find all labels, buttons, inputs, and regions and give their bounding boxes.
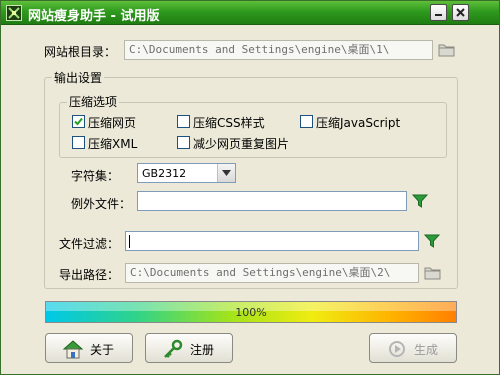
compress-xml-checkbox[interactable]: [72, 136, 85, 149]
progress-bar: 100%: [45, 301, 457, 323]
reduce-duplicate-images-checkbox[interactable]: [177, 136, 190, 149]
compress-js-label: 压缩JavaScript: [316, 116, 401, 130]
compress-html-checkbox[interactable]: [72, 115, 85, 128]
charset-label: 字符集：: [71, 169, 120, 183]
site-root-field[interactable]: C:\Documents and Settings\engine\桌面\1\: [124, 40, 433, 60]
charset-select[interactable]: GB2312: [137, 163, 236, 183]
generate-icon: [389, 341, 405, 357]
generate-button-label: 生成: [414, 343, 439, 357]
filter-funnel-icon: [411, 194, 429, 208]
register-button[interactable]: 注册: [145, 333, 233, 363]
key-icon: [164, 339, 183, 358]
compress-css-label: 压缩CSS样式: [193, 116, 265, 130]
progress-text: 100%: [235, 306, 267, 319]
compress-xml-label: 压缩XML: [88, 137, 138, 151]
text-caret: [129, 235, 130, 248]
export-path-browse-button[interactable]: [424, 265, 442, 281]
close-icon: [456, 8, 465, 17]
compress-html-label: 压缩网页: [88, 116, 137, 130]
folder-icon: [424, 267, 441, 280]
site-root-browse-button[interactable]: [438, 42, 456, 58]
generate-button[interactable]: 生成: [369, 333, 457, 363]
close-button[interactable]: [452, 4, 469, 21]
reduce-duplicate-images-label: 减少网页重复图片: [193, 137, 290, 151]
compression-options-legend: 压缩选项: [67, 93, 120, 110]
exclude-files-input[interactable]: [137, 191, 407, 211]
minimize-button[interactable]: [430, 4, 447, 21]
filter-funnel-icon: [423, 234, 441, 248]
folder-icon: [438, 44, 455, 57]
app-window: 网站瘦身助手 - 试用版 网站根目录： C:\Documents and Set…: [0, 0, 500, 375]
exclude-files-label: 例外文件：: [71, 197, 132, 211]
app-logo-icon: [6, 5, 22, 21]
charset-selected-value: GB2312: [142, 167, 187, 180]
compress-js-checkbox[interactable]: [300, 115, 313, 128]
about-button-label: 关于: [90, 343, 115, 357]
file-filter-button[interactable]: [423, 233, 441, 249]
site-root-label: 网站根目录：: [44, 45, 117, 59]
home-icon: [62, 340, 84, 359]
charset-dropdown-button[interactable]: [217, 164, 235, 182]
file-filter-label: 文件过滤：: [59, 237, 120, 251]
exclude-files-filter-button[interactable]: [411, 193, 429, 209]
export-path-field[interactable]: C:\Documents and Settings\engine\桌面\2\: [125, 263, 419, 283]
file-filter-input[interactable]: [125, 231, 419, 251]
minimize-icon: [435, 14, 442, 16]
window-title: 网站瘦身助手 - 试用版: [28, 9, 160, 24]
register-button-label: 注册: [190, 343, 215, 357]
title-bar[interactable]: 网站瘦身助手 - 试用版: [1, 1, 499, 25]
output-settings-legend: 输出设置: [52, 69, 105, 86]
checkmark-icon: [74, 117, 83, 126]
chevron-down-icon: [222, 170, 231, 176]
export-path-label: 导出路径：: [59, 268, 120, 282]
about-button[interactable]: 关于: [45, 333, 133, 363]
compress-css-checkbox[interactable]: [177, 115, 190, 128]
